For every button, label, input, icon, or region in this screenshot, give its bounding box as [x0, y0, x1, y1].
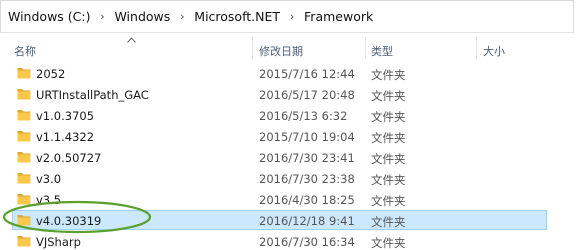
sort-ascending-icon [127, 36, 136, 45]
folder-icon [17, 129, 31, 142]
folder-icon [17, 150, 31, 163]
chevron-right-icon[interactable]: › [171, 10, 193, 23]
file-row[interactable]: VJSharp 2016/7/30 16:34 文件夹 [0, 231, 576, 250]
file-row[interactable]: v4.0.30319 2016/12/18 9:41 文件夹 [0, 210, 576, 231]
file-name[interactable]: v1.1.4322 [36, 130, 94, 144]
file-row[interactable]: v1.0.3705 2016/5/13 6:32 文件夹 [0, 105, 576, 126]
column-header-modified[interactable]: 修改日期 [259, 43, 303, 59]
file-row[interactable]: URTInstallPath_GAC 2016/5/17 20:48 文件夹 [0, 84, 576, 105]
column-header-size[interactable]: 大小 [483, 43, 505, 59]
file-type: 文件夹 [371, 215, 406, 229]
breadcrumb-item-framework[interactable]: Framework [303, 9, 374, 24]
file-modified-date: 2016/12/18 9:41 [259, 214, 355, 228]
file-explorer-window: Windows (C:) › Windows › Microsoft.NET ›… [0, 0, 576, 250]
file-modified-date: 2015/7/10 19:04 [259, 130, 355, 144]
folder-icon [17, 171, 31, 184]
file-type: 文件夹 [371, 68, 406, 82]
file-name[interactable]: v4.0.30319 [36, 214, 101, 228]
file-modified-date: 2015/7/16 12:44 [259, 67, 355, 81]
folder-icon [17, 234, 31, 247]
column-divider[interactable] [476, 37, 477, 59]
file-row[interactable]: v2.0.50727 2016/7/30 23:41 文件夹 [0, 147, 576, 168]
folder-icon [17, 66, 31, 79]
folder-icon [17, 87, 31, 100]
address-bar[interactable]: Windows (C:) › Windows › Microsoft.NET ›… [0, 0, 574, 33]
chevron-right-icon[interactable]: › [91, 10, 113, 23]
file-type: 文件夹 [371, 152, 406, 166]
column-header-row: 名称 修改日期 类型 大小 [0, 33, 576, 60]
file-modified-date: 2016/4/30 18:25 [259, 193, 355, 207]
file-row[interactable]: v3.0 2016/7/30 23:38 文件夹 [0, 168, 576, 189]
file-name[interactable]: 2052 [36, 67, 65, 81]
file-modified-date: 2016/5/17 20:48 [259, 88, 355, 102]
file-list: 2052 2015/7/16 12:44 文件夹 URTInstallPath_GAC… [0, 63, 576, 250]
breadcrumb: Windows (C:) › Windows › Microsoft.NET ›… [1, 9, 374, 24]
file-modified-date: 2016/7/30 23:41 [259, 151, 355, 165]
folder-icon [17, 213, 31, 226]
file-name[interactable]: v3.5 [36, 193, 61, 207]
chevron-right-icon[interactable]: › [281, 10, 303, 23]
file-modified-date: 2016/7/30 23:38 [259, 172, 355, 186]
folder-icon [17, 192, 31, 205]
file-row[interactable]: 2052 2015/7/16 12:44 文件夹 [0, 63, 576, 84]
file-type: 文件夹 [371, 236, 406, 250]
file-name[interactable]: v2.0.50727 [36, 151, 101, 165]
breadcrumb-item-drive[interactable]: Windows (C:) [7, 9, 91, 24]
file-type: 文件夹 [371, 89, 406, 103]
file-row[interactable]: v1.1.4322 2015/7/10 19:04 文件夹 [0, 126, 576, 147]
file-type: 文件夹 [371, 110, 406, 124]
file-type: 文件夹 [371, 173, 406, 187]
file-name[interactable]: v1.0.3705 [36, 109, 94, 123]
file-name[interactable]: VJSharp [36, 235, 81, 249]
breadcrumb-item-windows[interactable]: Windows [113, 9, 171, 24]
file-modified-date: 2016/7/30 16:34 [259, 235, 355, 249]
file-row[interactable]: v3.5 2016/4/30 18:25 文件夹 [0, 189, 576, 210]
file-type: 文件夹 [371, 131, 406, 145]
column-divider[interactable] [365, 37, 366, 59]
column-header-type[interactable]: 类型 [371, 43, 393, 59]
folder-icon [17, 108, 31, 121]
column-divider[interactable] [252, 37, 253, 59]
file-type: 文件夹 [371, 194, 406, 208]
file-name[interactable]: URTInstallPath_GAC [36, 88, 149, 102]
file-modified-date: 2016/5/13 6:32 [259, 109, 348, 123]
column-header-name[interactable]: 名称 [14, 43, 36, 59]
file-name[interactable]: v3.0 [36, 172, 61, 186]
breadcrumb-item-microsoft-net[interactable]: Microsoft.NET [193, 9, 281, 24]
